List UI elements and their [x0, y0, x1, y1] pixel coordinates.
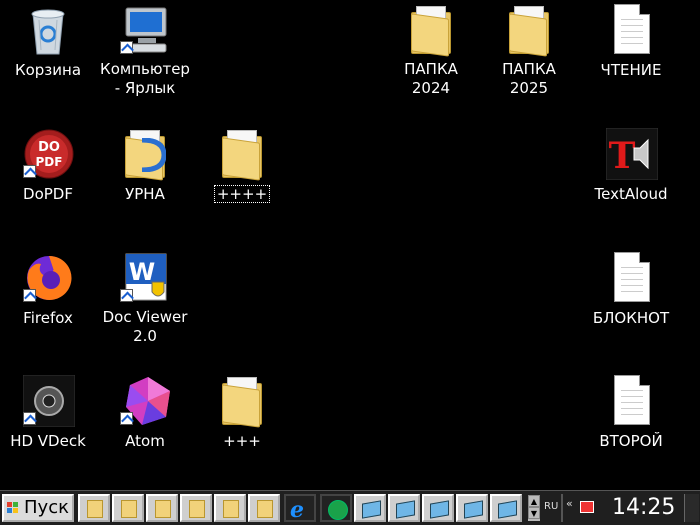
tray-expand-chevron-icon[interactable]: « [566, 497, 573, 510]
shortcut-arrow-icon [120, 412, 133, 425]
desktop-icon-label: ++++ [213, 185, 271, 203]
shortcut-arrow-icon [23, 165, 36, 178]
taskbar-folder-button[interactable] [180, 494, 212, 522]
internet-explorer-icon: e [290, 497, 304, 523]
shortcut-arrow-icon [23, 412, 36, 425]
desktop-icon-label: TextAloud [594, 185, 668, 203]
folder-icon [504, 4, 554, 57]
desktop-icon-urna[interactable]: УРНА [97, 128, 193, 204]
word-document-icon: W [120, 252, 170, 302]
recycle-bin-icon [23, 4, 73, 55]
folder-icon [217, 375, 267, 428]
desktop-icon-label: DoPDF [23, 185, 73, 203]
svg-text:PDF: PDF [36, 155, 63, 169]
window-icon [362, 500, 381, 519]
start-button[interactable]: Пуск [2, 494, 74, 522]
desktop-icon-label: +++ [223, 432, 261, 450]
desktop-icon-folder-2024[interactable]: ПАПКА 2024 [383, 4, 479, 98]
scroll-up-button[interactable]: ▲ [528, 495, 540, 507]
taskbar-folder-button[interactable] [112, 494, 144, 522]
desktop-icon-label: Atom [125, 432, 165, 450]
desktop-icon-plus4[interactable]: ++++ [194, 128, 290, 203]
folder-icon [406, 4, 456, 57]
shortcut-arrow-icon [23, 289, 36, 302]
textaloud-icon: T [605, 127, 659, 181]
shortcut-arrow-icon [120, 289, 133, 302]
desktop-icon-label: УРНА [125, 185, 165, 203]
taskbar-clock[interactable]: 14:25 [612, 495, 675, 520]
windows-logo-icon [7, 502, 19, 514]
folder-icon [257, 500, 273, 518]
taskbar-folder-button[interactable] [146, 494, 178, 522]
desktop-icon-label: Firefox [23, 309, 73, 327]
taskbar-ie-button[interactable]: e [284, 494, 316, 523]
folder-icon [189, 500, 205, 518]
scroll-down-button[interactable]: ▼ [528, 507, 540, 519]
taskbar-network-button[interactable] [320, 494, 352, 522]
window-icon [396, 500, 415, 519]
svg-text:DO: DO [38, 140, 60, 155]
svg-text:W: W [129, 258, 155, 286]
desktop-icon-label: ВТОРОЙ [599, 432, 663, 450]
hdvdeck-icon [22, 374, 76, 428]
text-document-icon [606, 252, 656, 302]
desktop-icon-folder-2025[interactable]: ПАПКА 2025 [481, 4, 577, 98]
taskbar-window-button[interactable] [456, 494, 488, 522]
window-icon [498, 500, 517, 519]
desktop-icon-vtoroy[interactable]: ВТОРОЙ [583, 375, 679, 451]
folder-icon [155, 500, 171, 518]
desktop-icon-label: БЛОКНОТ [592, 309, 670, 327]
computer-icon [120, 4, 170, 54]
text-document-icon [606, 4, 656, 54]
desktop-icon-plus3[interactable]: +++ [194, 375, 290, 451]
taskbar-window-button[interactable] [422, 494, 454, 522]
tray-app-icon[interactable] [580, 501, 594, 513]
desktop-icon-recycle-bin[interactable]: Корзина [0, 4, 96, 80]
shortcut-arrow-icon [120, 41, 133, 54]
desktop-icon-docviewer[interactable]: W Doc Viewer 2.0 [97, 252, 193, 346]
show-desktop-button[interactable] [684, 494, 699, 522]
svg-text:T: T [609, 135, 636, 177]
desktop-icon-label: HD VDeck [10, 432, 86, 450]
desktop-icon-textaloud[interactable]: T TextAloud [583, 127, 679, 204]
taskbar-folder-button[interactable] [78, 494, 110, 522]
desktop-icon-atom[interactable]: Atom [97, 375, 193, 451]
taskbar-scroll: ▲ ▼ [528, 495, 540, 521]
desktop-icon-label: Компьютер - Ярлык [100, 60, 190, 97]
folder-icon [223, 500, 239, 518]
taskbar-window-button[interactable] [490, 494, 522, 522]
network-icon [328, 500, 348, 520]
language-indicator[interactable]: RU [544, 501, 558, 512]
folder-icon [217, 128, 267, 181]
desktop-icon-label: ПАПКА 2024 [404, 60, 458, 97]
taskbar-window-button[interactable] [388, 494, 420, 522]
folder-icon [87, 500, 103, 518]
desktop-icon-label: ПАПКА 2025 [502, 60, 556, 97]
text-document-icon [606, 375, 656, 425]
taskbar-folder-button[interactable] [248, 494, 280, 522]
window-icon [464, 500, 483, 519]
desktop-icon-chtenie[interactable]: ЧТЕНИЕ [583, 4, 679, 80]
firefox-icon [23, 252, 73, 302]
folder-icon [120, 128, 170, 181]
desktop-icon-firefox[interactable]: Firefox [0, 252, 96, 328]
tray-divider [561, 494, 563, 522]
taskbar-folder-button[interactable] [214, 494, 246, 522]
folder-icon [121, 500, 137, 518]
window-icon [430, 500, 449, 519]
desktop-icon-label: ЧТЕНИЕ [600, 61, 662, 79]
start-button-label: Пуск [24, 497, 69, 518]
taskbar: Пуск e ▲ ▼ RU « 14:25 [0, 490, 700, 525]
desktop-icon-label: Корзина [14, 61, 82, 79]
atom-icon [120, 375, 170, 425]
desktop-icon-computer-shortcut[interactable]: Компьютер - Ярлык [97, 4, 193, 98]
taskbar-window-button[interactable] [354, 494, 386, 522]
desktop-icon-hdvdeck[interactable]: HD VDeck [0, 374, 96, 451]
desktop-icon-dopdf[interactable]: DO PDF DoPDF [0, 128, 96, 204]
desktop-icon-label: Doc Viewer 2.0 [102, 308, 188, 345]
desktop-icon-bloknot[interactable]: БЛОКНОТ [583, 252, 679, 328]
dopdf-icon: DO PDF [23, 128, 74, 179]
